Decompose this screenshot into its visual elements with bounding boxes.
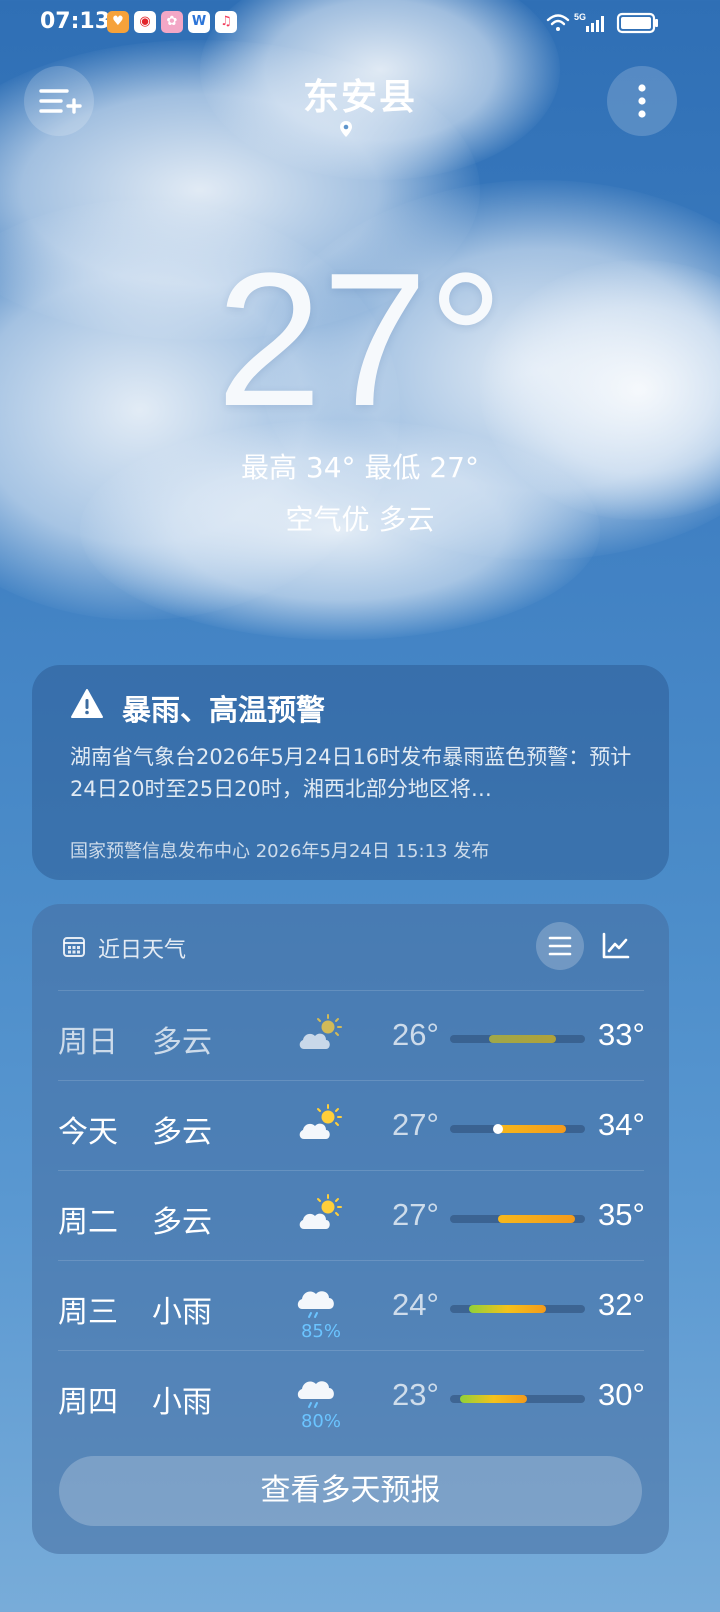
list-view-button[interactable] (536, 922, 584, 970)
high-temperature: 35° (598, 1197, 645, 1232)
high-temperature: 34° (598, 1107, 645, 1142)
temperature-range-bar (450, 1305, 585, 1313)
high-temperature: 33° (598, 1017, 645, 1052)
forecast-day: 周三 (58, 1295, 118, 1330)
battery-icon (616, 12, 658, 34)
cartoon-app-icon: ✿ (161, 11, 183, 33)
forecast-day: 今天 (58, 1115, 118, 1150)
low-temperature: 27° (392, 1197, 439, 1232)
view-more-days-button[interactable]: 查看多天预报 (59, 1456, 642, 1526)
recent-weather-title: 近日天气 (98, 938, 187, 963)
high-temperature: 32° (598, 1287, 645, 1322)
forecast-day: 周二 (58, 1205, 118, 1240)
high-low-temperature: 最高 34° 最低 27° (241, 451, 479, 484)
status-time: 07:13 (40, 9, 111, 34)
warning-icon (71, 689, 103, 718)
forecast-condition: 多云 (152, 1115, 212, 1150)
forecast-day: 周日 (58, 1025, 118, 1060)
temperature-range-fill (469, 1305, 547, 1313)
precipitation-probability: 80% (300, 1411, 341, 1432)
alert-description: 湖南省气象台2026年5月24日16时发布暴雨蓝色预警：预计24日20时至25日… (70, 745, 632, 801)
partly-cloudy-icon (299, 1104, 342, 1139)
temperature-range-bar (450, 1395, 585, 1403)
weather-alert-card[interactable]: 暴雨、高温预警 湖南省气象台2026年5月24日16时发布暴雨蓝色预警：预计24… (32, 665, 669, 880)
forecast-condition: 多云 (152, 1205, 212, 1240)
calendar-icon (63, 937, 85, 957)
music-app-icon: ♫ (215, 11, 237, 33)
alert-source: 国家预警信息发布中心 2026年5月24日 15:13 发布 (70, 841, 490, 862)
list-icon (548, 936, 572, 956)
forecast-day: 周四 (58, 1385, 118, 1420)
forecast-row[interactable]: 周日 多云 26° 33° (58, 990, 645, 1081)
wifi-icon (546, 14, 570, 31)
alert-title: 暴雨、高温预警 (122, 693, 326, 727)
heart-app-icon: ♥ (107, 11, 129, 33)
more-vertical-icon (638, 84, 646, 118)
temperature-range-fill (498, 1125, 566, 1133)
forecast-row[interactable]: 周四 小雨 80% 23° 30° (58, 1350, 645, 1441)
location-pin-icon (340, 121, 352, 137)
weibo-icon: ◉ (134, 11, 156, 33)
precipitation-probability: 85% (300, 1321, 341, 1342)
forecast-condition: 小雨 (152, 1295, 212, 1330)
partly-cloudy-icon (299, 1014, 342, 1049)
current-temperature: 27° (216, 234, 504, 446)
chart-view-button[interactable] (598, 928, 634, 964)
signal-icon (586, 16, 604, 32)
status-bar: 07:13 ♥ ◉ ✿ W ♫ 5G (0, 0, 720, 46)
temperature-range-fill (488, 1035, 557, 1043)
forecast-row[interactable]: 今天 多云 27° 34° (58, 1080, 645, 1171)
temperature-range-bar (450, 1035, 585, 1043)
forecast-row[interactable]: 周二 多云 27° 35° (58, 1170, 645, 1261)
network-type-label: 5G (574, 12, 586, 22)
temperature-range-fill (498, 1215, 576, 1223)
low-temperature: 27° (392, 1107, 439, 1142)
low-temperature: 26° (392, 1017, 439, 1052)
low-temperature: 23° (392, 1377, 439, 1412)
temperature-range-bar (450, 1215, 585, 1223)
docs-app-icon: W (188, 11, 210, 33)
air-quality-condition[interactable]: 空气优 多云 (0, 498, 720, 538)
low-temperature: 24° (392, 1287, 439, 1322)
status-indicators: 5G (546, 12, 658, 34)
more-options-button[interactable] (607, 66, 677, 136)
status-icons: 5G (544, 10, 694, 36)
recent-weather-card: 近日天气 周日 多云 26° 33° 今天 多云 27° 34° 周二 多云 2… (32, 904, 669, 1554)
forecast-row[interactable]: 周三 小雨 85% 24° 32° (58, 1260, 645, 1351)
temperature-range-fill (459, 1395, 528, 1403)
partly-cloudy-icon (299, 1194, 342, 1229)
forecast-condition: 小雨 (152, 1385, 212, 1420)
forecast-condition: 多云 (152, 1025, 212, 1060)
high-temperature: 30° (598, 1377, 645, 1412)
temperature-range-bar (450, 1124, 585, 1134)
line-chart-icon (602, 932, 630, 959)
